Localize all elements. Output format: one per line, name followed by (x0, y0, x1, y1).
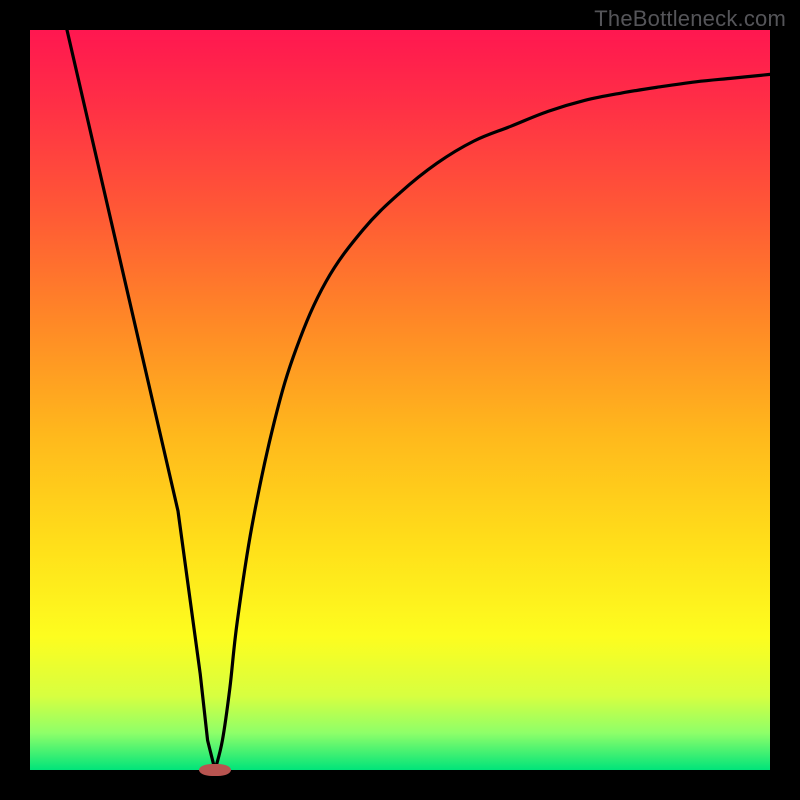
optimal-point-marker (199, 764, 230, 776)
watermark-text: TheBottleneck.com (594, 6, 786, 32)
chart-frame (30, 30, 770, 770)
bottleneck-curve (30, 30, 770, 770)
